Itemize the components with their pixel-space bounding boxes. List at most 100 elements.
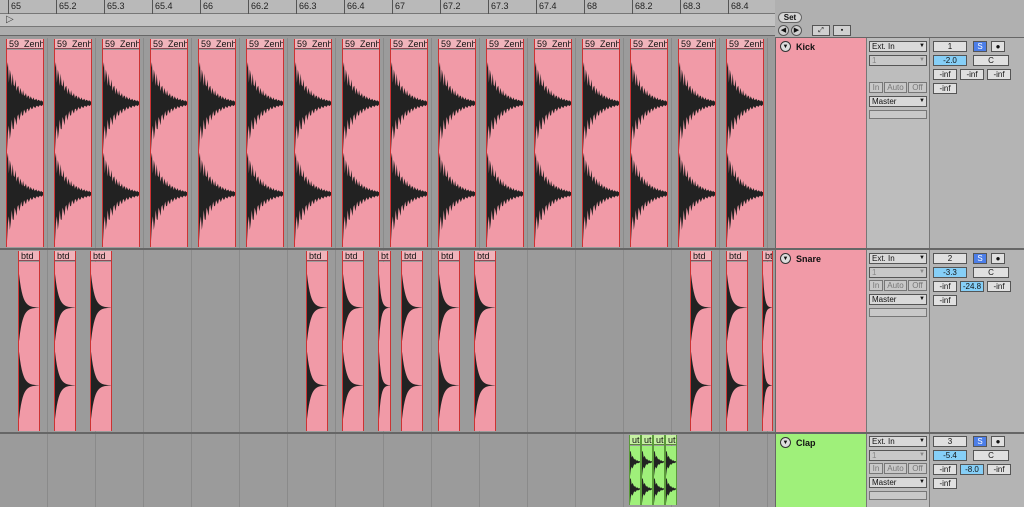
track-header-kick[interactable]: ▼ Kick <box>775 38 866 248</box>
track-name[interactable]: Clap <box>796 438 816 448</box>
audio-clip[interactable]: 59_Zenh <box>534 39 572 247</box>
pan-field[interactable]: C <box>973 267 1009 278</box>
input-type-select[interactable]: Ext. In <box>869 253 927 264</box>
fold-toggle-icon[interactable]: ▼ <box>780 253 791 264</box>
track-number[interactable]: 1 <box>933 41 967 52</box>
output-select[interactable]: Master <box>869 294 927 305</box>
audio-clip[interactable]: 59_Zenh <box>294 39 332 247</box>
audio-clip[interactable]: 59_Zenh <box>342 39 380 247</box>
audio-clip[interactable]: ut <box>629 435 641 505</box>
clip-name[interactable]: 59_Zenh <box>55 39 91 49</box>
scrub-area[interactable]: ▷ <box>0 14 775 27</box>
monitor-off-button[interactable]: Off <box>908 280 927 291</box>
clip-name[interactable]: btd <box>19 251 39 261</box>
clip-name[interactable]: btd <box>55 251 75 261</box>
play-start-marker-icon[interactable]: ▷ <box>6 15 14 25</box>
clip-name[interactable]: 59_Zenh <box>439 39 475 49</box>
output-select[interactable]: Master <box>869 96 927 107</box>
clip-name[interactable]: 59_Zenh <box>583 39 619 49</box>
input-channel-select[interactable]: 1 <box>869 450 927 461</box>
audio-clip[interactable]: btd <box>54 251 76 431</box>
clip-name[interactable]: btd <box>727 251 747 261</box>
clip-name[interactable]: ut <box>642 435 652 445</box>
arm-button-icon[interactable]: ● <box>991 41 1005 52</box>
audio-clip[interactable]: 59_Zenh <box>390 39 428 247</box>
audio-clip[interactable]: btd <box>342 251 364 431</box>
clip-name[interactable]: btd <box>763 251 772 261</box>
audio-clip[interactable]: btd <box>690 251 712 431</box>
clip-name[interactable]: btd <box>439 251 459 261</box>
output-channel-field[interactable] <box>869 110 927 119</box>
kick-clip-lane[interactable]: 59_Zenh 59_Zenh 59_Zenh 59_Zenh 59_Zenh 59_Ze… <box>0 38 775 248</box>
clip-name[interactable]: ut <box>666 435 676 445</box>
input-type-select[interactable]: Ext. In <box>869 41 927 52</box>
audio-clip[interactable]: 59_Zenh <box>438 39 476 247</box>
clip-name[interactable]: 59_Zenh <box>295 39 331 49</box>
audio-clip[interactable]: ut <box>653 435 665 505</box>
send-a-field[interactable]: -inf <box>933 464 957 475</box>
send-a-field[interactable]: -inf <box>933 281 957 292</box>
track-header-clap[interactable]: ▼ Clap <box>775 434 866 507</box>
monitor-in-button[interactable]: In <box>869 280 883 291</box>
output-channel-field[interactable] <box>869 308 927 317</box>
peak-meter-value[interactable]: -inf <box>933 478 957 489</box>
audio-clip[interactable]: btd <box>474 251 496 431</box>
monitor-in-button[interactable]: In <box>869 82 883 93</box>
clip-name[interactable]: ut <box>654 435 664 445</box>
clap-clip-lane[interactable]: ut ut ut ut <box>0 434 775 507</box>
arm-button-icon[interactable]: ● <box>991 253 1005 264</box>
audio-clip[interactable]: ut <box>665 435 677 505</box>
solo-button[interactable]: S <box>973 436 987 447</box>
clip-name[interactable]: 59_Zenh <box>247 39 283 49</box>
audio-clip[interactable]: 59_Zenh <box>246 39 284 247</box>
clip-name[interactable]: 59_Zenh <box>631 39 667 49</box>
send-b-field[interactable]: -8.0 <box>960 464 984 475</box>
send-c-field[interactable]: -inf <box>987 464 1011 475</box>
clip-name[interactable]: 59_Zenh <box>151 39 187 49</box>
track-name[interactable]: Kick <box>796 42 815 52</box>
audio-clip[interactable]: ut <box>641 435 653 505</box>
clip-name[interactable]: 59_Zenh <box>199 39 235 49</box>
audio-clip[interactable]: 59_Zenh <box>102 39 140 247</box>
snare-clip-lane[interactable]: btd btd btd btd btd bt btd btd btd btd btd btd <box>0 250 775 432</box>
fold-toggle-icon[interactable]: ▼ <box>780 437 791 448</box>
audio-clip[interactable]: btd <box>438 251 460 431</box>
track-number[interactable]: 2 <box>933 253 967 264</box>
monitor-auto-button[interactable]: Auto <box>884 280 907 291</box>
monitor-off-button[interactable]: Off <box>908 82 927 93</box>
clip-name[interactable]: bt <box>379 251 390 261</box>
audio-clip[interactable]: 59_Zenh <box>486 39 524 247</box>
clip-name[interactable]: btd <box>402 251 422 261</box>
peak-meter-value[interactable]: -inf <box>933 295 957 306</box>
monitor-off-button[interactable]: Off <box>908 463 927 474</box>
audio-clip[interactable]: btd <box>401 251 423 431</box>
track-header-snare[interactable]: ▼ Snare <box>775 250 866 432</box>
audio-clip[interactable]: 59_Zenh <box>582 39 620 247</box>
audio-clip[interactable]: bt <box>378 251 391 431</box>
peak-meter-value[interactable]: -inf <box>933 83 957 94</box>
audio-clip[interactable]: btd <box>90 251 112 431</box>
clip-name[interactable]: 59_Zenh <box>535 39 571 49</box>
send-c-field[interactable]: -inf <box>987 281 1011 292</box>
monitor-auto-button[interactable]: Auto <box>884 82 907 93</box>
input-type-select[interactable]: Ext. In <box>869 436 927 447</box>
clip-name[interactable]: btd <box>475 251 495 261</box>
clip-name[interactable]: btd <box>91 251 111 261</box>
audio-clip[interactable]: btd <box>18 251 40 431</box>
audio-clip[interactable]: btd <box>726 251 748 431</box>
output-channel-field[interactable] <box>869 491 927 500</box>
send-b-field[interactable]: -24.8 <box>960 281 984 292</box>
solo-button[interactable]: S <box>973 41 987 52</box>
audio-clip[interactable]: btd <box>306 251 328 431</box>
volume-field[interactable]: -2.0 <box>933 55 967 66</box>
volume-field[interactable]: -5.4 <box>933 450 967 461</box>
monitor-in-button[interactable]: In <box>869 463 883 474</box>
audio-clip[interactable]: 59_Zenh <box>198 39 236 247</box>
expand-icon[interactable]: ⤢ <box>812 25 830 36</box>
arm-button-icon[interactable]: ● <box>991 436 1005 447</box>
input-channel-select[interactable]: 1 <box>869 267 927 278</box>
audio-clip[interactable]: btd <box>762 251 773 431</box>
clip-name[interactable]: ut <box>630 435 640 445</box>
clip-name[interactable]: 59_Zenh <box>727 39 763 49</box>
clip-name[interactable]: btd <box>343 251 363 261</box>
